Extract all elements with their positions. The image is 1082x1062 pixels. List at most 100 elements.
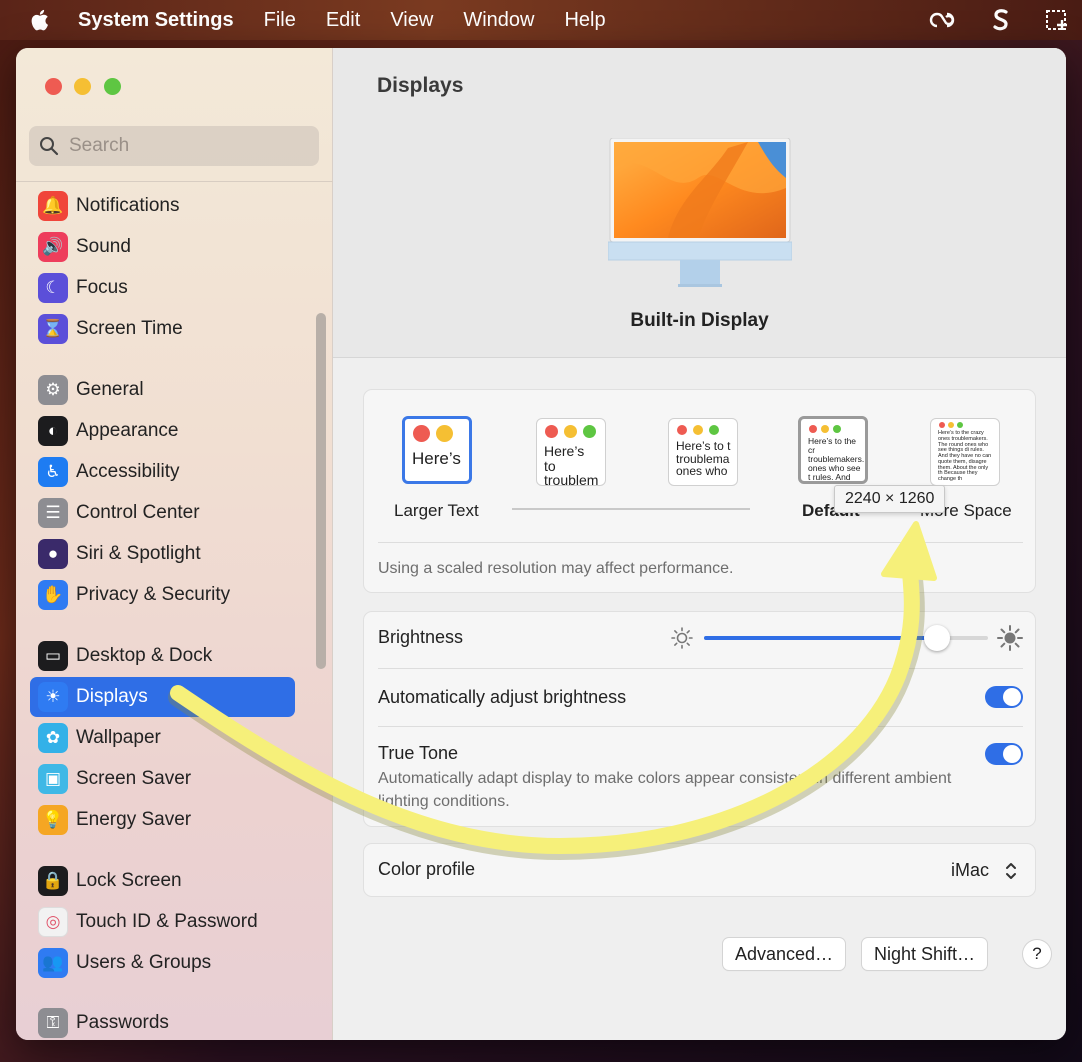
sun-low-icon: [671, 627, 693, 649]
sidebar-item-focus[interactable]: ☾ Focus: [30, 268, 295, 308]
menu-file[interactable]: File: [264, 9, 296, 32]
search-icon: [40, 137, 59, 156]
sidebar-item-appearance[interactable]: ◐ Appearance: [30, 411, 295, 451]
flower-icon: ✿: [38, 723, 68, 753]
scrivener-icon[interactable]: [986, 6, 1014, 34]
brightness-slider-knob[interactable]: [923, 625, 950, 651]
moon-icon: ☾: [38, 273, 68, 303]
auto-brightness-label: Automatically adjust brightness: [378, 687, 627, 707]
resolution-preview-text: Here’s to the cr troublemakers. ones who…: [808, 436, 865, 482]
resolution-option-default[interactable]: Here’s to the cr troublemakers. ones who…: [798, 416, 868, 484]
accessibility-icon: ♿: [38, 457, 68, 487]
sun-icon: ☀: [38, 682, 68, 712]
imac-display-image: [608, 138, 792, 287]
sidebar-item-users-groups[interactable]: 👥 Users & Groups: [30, 943, 295, 983]
resolution-option-3[interactable]: Here’s to t troublema ones who: [668, 418, 738, 486]
brightness-slider-fill: [704, 636, 937, 640]
main-pane: Displays Built-in Display Here’s Here’s …: [333, 48, 1066, 1040]
color-profile-label: Color profile: [378, 859, 476, 879]
hourglass-icon: ⌛: [38, 314, 68, 344]
sidebar-divider: [16, 181, 333, 182]
resolution-preview-text: Here’s to troublem: [544, 443, 599, 486]
sidebar-scrollbar[interactable]: [316, 313, 326, 669]
true-tone-toggle[interactable]: [985, 743, 1023, 765]
search-input[interactable]: [69, 135, 309, 157]
sidebar-item-label: Wallpaper: [76, 727, 161, 748]
sidebar-item-notifications[interactable]: 🔔 Notifications: [30, 186, 295, 226]
control-center-icon: ☰: [38, 498, 68, 528]
resolution-option-2[interactable]: Here’s to troublem: [536, 418, 606, 486]
true-tone-label: True Tone: [378, 743, 459, 763]
menu-help[interactable]: Help: [564, 9, 605, 32]
sidebar-item-siri-spotlight[interactable]: ● Siri & Spotlight: [30, 534, 295, 574]
display-header: Displays Built-in Display: [333, 48, 1066, 358]
resolution-label-larger-text: Larger Text: [394, 501, 479, 520]
sidebar-item-label: Control Center: [76, 502, 200, 523]
key-icon: ⚿: [38, 1008, 68, 1038]
sidebar-item-label: General: [76, 379, 144, 400]
sidebar-item-control-center[interactable]: ☰ Control Center: [30, 493, 295, 533]
resolution-preview-text: Here’s to the crazy ones troublemakers. …: [938, 430, 992, 483]
sidebar-item-privacy-security[interactable]: ✋ Privacy & Security: [30, 575, 295, 615]
sidebar-item-label: Siri & Spotlight: [76, 543, 201, 564]
resolution-track: [512, 508, 750, 510]
divider: [378, 668, 1023, 669]
sidebar-item-label: Accessibility: [76, 461, 180, 482]
sidebar-item-lock-screen[interactable]: 🔒 Lock Screen: [30, 861, 295, 901]
color-profile-value[interactable]: iMac: [951, 860, 989, 881]
sidebar-item-label: Desktop & Dock: [76, 645, 213, 666]
sun-high-icon: [997, 625, 1023, 651]
siri-icon: ●: [38, 539, 68, 569]
sidebar-item-energy-saver[interactable]: 💡 Energy Saver: [30, 800, 295, 840]
sidebar-item-label: Touch ID & Password: [76, 911, 258, 932]
apple-menu-icon[interactable]: [28, 8, 50, 32]
brightness-panel: Brightness Automatically adjust brightne…: [363, 611, 1036, 827]
appearance-icon: ◐: [38, 416, 68, 446]
minimize-window-button[interactable]: [74, 78, 91, 95]
users-icon: 👥: [38, 948, 68, 978]
lock-icon: 🔒: [38, 866, 68, 896]
chevron-updown-icon[interactable]: [1001, 858, 1021, 884]
sidebar-item-label: Privacy & Security: [76, 584, 231, 605]
dock-icon: ▭: [38, 641, 68, 671]
sidebar-item-label: Users & Groups: [76, 952, 212, 973]
sidebar: 🔔 Notifications 🔊 Sound ☾ Focus ⌛ Screen Time ⚙ G…: [16, 48, 333, 1040]
sidebar-item-label: Passwords: [76, 1012, 169, 1033]
menu-edit[interactable]: Edit: [326, 9, 360, 32]
sidebar-item-label: Lock Screen: [76, 870, 182, 891]
menu-app-name[interactable]: System Settings: [78, 9, 234, 32]
zoom-window-button[interactable]: [104, 78, 121, 95]
help-button[interactable]: ?: [1023, 940, 1051, 968]
color-profile-panel: Color profile iMac: [363, 843, 1036, 897]
hand-icon: ✋: [38, 580, 68, 610]
sidebar-item-label: Sound: [76, 236, 131, 257]
sidebar-item-sound[interactable]: 🔊 Sound: [30, 227, 295, 267]
sidebar-item-accessibility[interactable]: ♿ Accessibility: [30, 452, 295, 492]
auto-brightness-toggle[interactable]: [985, 686, 1023, 708]
resolution-preview-text: Here’s: [412, 449, 461, 468]
fingerprint-icon: ◎: [38, 907, 68, 937]
screenshot-icon[interactable]: [1044, 6, 1072, 34]
night-shift-button[interactable]: Night Shift…: [862, 938, 988, 970]
sidebar-item-passwords[interactable]: ⚿ Passwords: [30, 1003, 295, 1040]
sidebar-item-touch-id-password[interactable]: ◎ Touch ID & Password: [30, 902, 295, 942]
resolution-option-larger-text[interactable]: Here’s: [402, 416, 472, 484]
brightness-slider[interactable]: [704, 625, 988, 651]
sidebar-item-screen-time[interactable]: ⌛ Screen Time: [30, 309, 295, 349]
advanced-button[interactable]: Advanced…: [723, 938, 846, 970]
sidebar-item-screen-saver[interactable]: ▣ Screen Saver: [30, 759, 295, 799]
display-name: Built-in Display: [630, 310, 769, 331]
search-field[interactable]: [29, 126, 319, 166]
sidebar-item-label: Appearance: [76, 420, 179, 441]
sidebar-item-wallpaper[interactable]: ✿ Wallpaper: [30, 718, 295, 758]
menu-bar: System Settings File Edit View Window He…: [0, 0, 1082, 40]
menu-view[interactable]: View: [390, 9, 433, 32]
page-title: Displays: [377, 74, 464, 97]
menu-window[interactable]: Window: [463, 9, 534, 32]
sidebar-item-displays[interactable]: ☀ Displays: [30, 677, 295, 717]
resolution-option-more-space[interactable]: Here’s to the crazy ones troublemakers. …: [930, 418, 1000, 486]
sidebar-item-desktop-dock[interactable]: ▭ Desktop & Dock: [30, 636, 295, 676]
sidebar-item-general[interactable]: ⚙ General: [30, 370, 295, 410]
creative-cloud-icon[interactable]: [928, 6, 956, 34]
close-window-button[interactable]: [45, 78, 62, 95]
